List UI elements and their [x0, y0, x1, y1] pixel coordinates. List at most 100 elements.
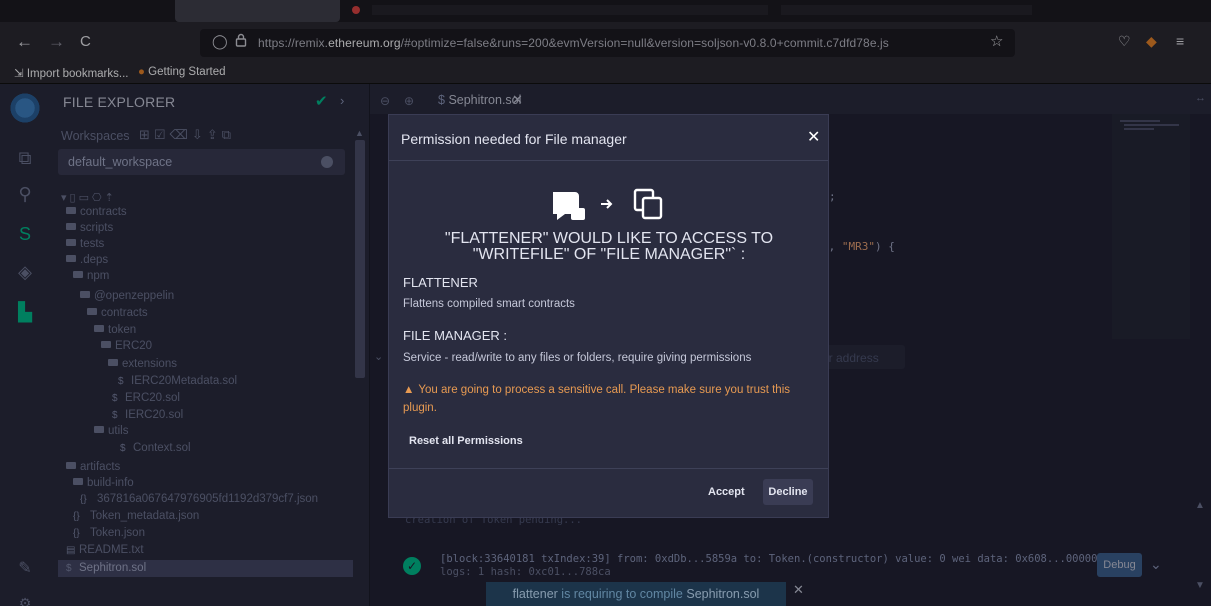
decline-button[interactable]: Decline: [763, 479, 813, 505]
tree-item-label: Context.sol: [133, 442, 191, 454]
solidity-file-icon: $: [118, 376, 124, 387]
workspace-actions-icons[interactable]: ⊞☑⌫⇩⇪⧉: [139, 127, 235, 143]
forward-button[interactable]: →: [48, 32, 65, 52]
json-file-icon: {}: [80, 494, 87, 505]
plugin-manager-icon[interactable]: ✎: [13, 558, 37, 582]
tree-item[interactable]: tests: [66, 238, 104, 250]
folder-icon: [101, 341, 111, 348]
check-icon: ✔: [315, 93, 328, 110]
tree-item[interactable]: $ Context.sol: [120, 442, 191, 454]
firefox-icon: ●: [138, 66, 145, 78]
target-description: Service - read/write to any files or fol…: [403, 352, 752, 364]
accept-button[interactable]: Accept: [708, 486, 745, 498]
flattener-plugin-icon[interactable]: ▙: [13, 302, 37, 326]
debug-button[interactable]: Debug: [1097, 553, 1142, 577]
expand-icon[interactable]: ↔: [1195, 92, 1206, 104]
json-file-icon: {}: [73, 528, 80, 539]
close-tab-icon[interactable]: ✕: [512, 92, 523, 108]
folder-icon: [73, 271, 83, 278]
browser-tab-strip: [0, 0, 1211, 22]
search-icon[interactable]: ⚲: [13, 184, 37, 208]
tree-item[interactable]: npm: [73, 270, 109, 282]
bookmark-getting-started[interactable]: ● Getting Started: [138, 66, 226, 78]
reset-permissions-link[interactable]: Reset all Permissions: [409, 435, 523, 447]
reload-button[interactable]: C: [80, 32, 91, 52]
tree-item[interactable]: extensions: [108, 358, 177, 370]
scroll-down-icon[interactable]: ▼: [1195, 580, 1205, 591]
tree-item[interactable]: {} Token_metadata.json: [73, 510, 199, 522]
code-minimap[interactable]: [1112, 114, 1190, 339]
tree-item[interactable]: .deps: [66, 254, 108, 266]
workspaces-label: Workspaces: [61, 129, 130, 143]
remix-logo-icon[interactable]: [8, 91, 42, 125]
modal-footer-divider: [389, 468, 828, 469]
close-icon[interactable]: ✕: [807, 127, 820, 147]
solidity-file-icon: $: [120, 443, 126, 454]
folder-icon: [87, 308, 97, 315]
tree-item-label: ERC20.sol: [125, 392, 180, 404]
folder-icon: [94, 325, 104, 332]
bookmark-star-icon[interactable]: ☆: [990, 32, 1003, 50]
tree-item[interactable]: $ IERC20Metadata.sol: [118, 375, 237, 387]
toast-close-icon[interactable]: ✕: [793, 582, 804, 598]
bookmark-import[interactable]: ⇲ Import bookmarks...: [14, 66, 128, 80]
tree-item[interactable]: {} Token.json: [73, 527, 145, 539]
tree-item-label: artifacts: [80, 461, 121, 473]
browser-tab-active[interactable]: [175, 0, 340, 22]
tree-item-label: @openzeppelin: [94, 290, 175, 302]
chevron-down-icon[interactable]: ⌄: [1150, 556, 1162, 573]
file-explorer-icon[interactable]: ⧉: [13, 148, 37, 172]
plugin-to-file-manager-icon: [553, 188, 663, 220]
tree-item-label: Token.json: [90, 527, 145, 539]
side-scrollbar-thumb[interactable]: [355, 140, 365, 378]
tree-item-label: npm: [87, 270, 110, 282]
zoom-out-icon[interactable]: ⊖: [380, 94, 390, 108]
editor-tab-sephitron[interactable]: $ Sephitron.sol: [438, 93, 521, 107]
url-text[interactable]: https://remix.ethereum.org/#optimize=fal…: [258, 36, 889, 50]
tree-item[interactable]: $ ERC20.sol: [112, 392, 180, 404]
tree-item[interactable]: token: [94, 324, 136, 336]
tree-item[interactable]: contracts: [87, 307, 148, 319]
json-file-icon: {}: [73, 511, 80, 522]
back-button[interactable]: ←: [16, 32, 33, 52]
terminal-log-line: [block:33640181 txIndex:39] from: 0xdDb.…: [440, 553, 1098, 565]
plugin-description: Flattens compiled smart contracts: [403, 298, 575, 310]
permission-modal: Permission needed for File manager ✕ "FL…: [388, 114, 829, 518]
compiler-icon[interactable]: S: [13, 224, 37, 248]
lock-icon[interactable]: [235, 33, 247, 47]
tree-item-label: ERC20: [115, 340, 153, 352]
solidity-file-icon: $: [66, 563, 72, 574]
folder-icon: [66, 255, 76, 262]
metamask-icon[interactable]: ◆: [1146, 33, 1157, 50]
tree-item[interactable]: @openzeppelin: [80, 290, 174, 302]
chevron-right-icon[interactable]: ›: [340, 93, 344, 108]
pocket-icon[interactable]: ♡: [1118, 33, 1131, 50]
tree-item[interactable]: artifacts: [66, 461, 120, 473]
tree-item[interactable]: utils: [94, 425, 128, 437]
tree-item[interactable]: ERC20: [101, 340, 152, 352]
tree-item-label: contracts: [80, 206, 127, 218]
tree-item[interactable]: {} 367816a067647976905fd1192d379cf7.json: [80, 493, 318, 505]
scroll-up-icon[interactable]: ▲: [1195, 500, 1205, 511]
settings-icon[interactable]: ⚙: [13, 595, 37, 606]
tree-item[interactable]: scripts: [66, 222, 113, 234]
terminal-toggle-icon[interactable]: ⌄: [374, 350, 383, 363]
deploy-icon[interactable]: ◈: [13, 262, 37, 286]
tree-item[interactable]: contracts: [66, 206, 127, 218]
scroll-up-icon[interactable]: ▲: [355, 128, 364, 138]
code-fragment: ", "MR3") {: [822, 240, 895, 253]
chevron-down-icon[interactable]: [321, 156, 333, 168]
zoom-in-icon[interactable]: ⊕: [404, 94, 414, 108]
tab-indicator-icon: [352, 6, 360, 14]
tree-item[interactable]: build-info: [73, 477, 134, 489]
file-actions-icons[interactable]: ▾▯▭⎔⇡: [61, 191, 117, 204]
modal-title: Permission needed for File manager: [401, 131, 627, 147]
tree-item[interactable]: $ Sephitron.sol: [66, 562, 146, 574]
shield-icon[interactable]: ◯: [212, 33, 228, 50]
tree-item-label: extensions: [122, 358, 177, 370]
tree-item[interactable]: ▤ README.txt: [66, 544, 144, 556]
tree-item[interactable]: $ IERC20.sol: [112, 409, 183, 421]
menu-icon[interactable]: ≡: [1176, 33, 1184, 49]
folder-icon: [66, 462, 76, 469]
sensitive-call-warning: ▲ You are going to process a sensitive ca…: [403, 384, 790, 414]
